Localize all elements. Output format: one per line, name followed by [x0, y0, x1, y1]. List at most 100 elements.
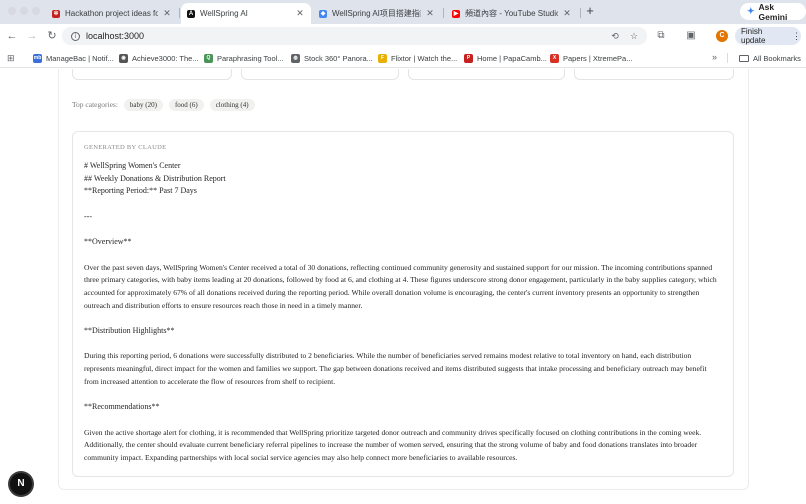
tab-wellspring-ai[interactable]: A WellSpring AI ✕	[181, 3, 311, 24]
close-icon[interactable]: ✕	[295, 8, 305, 19]
bookmark-label: Flixtor | Watch the...	[391, 53, 458, 63]
bookmark-xtremepapers[interactable]: X Papers | XtremePa...	[550, 52, 632, 64]
all-bookmarks-label: All Bookmarks	[753, 53, 801, 63]
page-viewport: Top categories: baby (20) food (6) cloth…	[0, 69, 806, 504]
close-icon[interactable]: ✕	[562, 8, 572, 19]
gemini-spark-icon: ✦	[747, 6, 755, 16]
stat-card	[72, 69, 232, 80]
tab-title: 頻道內容 - YouTube Studio	[465, 9, 558, 18]
bookmark-paraphrasing[interactable]: Q Paraphrasing Tool...	[204, 52, 284, 64]
bookmark-star-icon[interactable]: ☆	[628, 30, 640, 42]
folder-icon	[739, 54, 749, 62]
category-chip-clothing[interactable]: clothing (4)	[209, 98, 255, 111]
window-zoom-control[interactable]	[32, 7, 40, 15]
window-close-control[interactable]	[8, 7, 16, 15]
overview-heading: **Overview**	[84, 237, 132, 247]
bookmark-label: Achieve3000: The...	[132, 53, 199, 63]
report-subtitle: ## Weekly Donations & Distribution Repor…	[84, 173, 226, 183]
reload-icon[interactable]: ↻	[45, 29, 59, 43]
forward-arrow-icon[interactable]: →	[25, 29, 39, 43]
new-tab-button[interactable]: +	[583, 4, 597, 18]
avatar[interactable]: C	[716, 30, 728, 42]
translate-icon[interactable]: ⟲	[609, 30, 621, 42]
url-text[interactable]: localhost:3000	[86, 31, 609, 41]
tab-hackathon[interactable]: ✲ Hackathon project ideas for a... ✕	[46, 3, 178, 24]
tab-divider	[179, 8, 180, 18]
papacambridge-icon: P	[464, 53, 473, 63]
distribution-paragraph: During this reporting period, 6 donation…	[84, 351, 707, 386]
back-arrow-icon[interactable]: ←	[5, 29, 19, 43]
stat-card	[408, 69, 565, 80]
tab-divider	[580, 8, 581, 18]
bookmark-label: ManageBac | Notif...	[46, 53, 114, 63]
all-bookmarks-button[interactable]: All Bookmarks	[739, 52, 801, 64]
nextjs-dev-badge[interactable]: N	[10, 473, 32, 495]
site-info-icon[interactable]: i	[71, 31, 80, 41]
anthropic-icon: A	[187, 9, 195, 18]
window-minimize-control[interactable]	[20, 7, 28, 15]
quillbot-icon: Q	[204, 53, 213, 63]
overview-paragraph: Over the past seven days, WellSpring Wom…	[84, 262, 717, 310]
report-title: # WellSpring Women's Center	[84, 161, 181, 170]
gear-icon: ✲	[52, 9, 60, 18]
extensions-icon[interactable]: ⧉	[654, 29, 668, 43]
apps-grid-icon[interactable]: ⊞	[7, 53, 17, 63]
tab-divider	[443, 8, 444, 18]
recommendations-paragraph: Given the active shortage alert for clot…	[84, 427, 702, 463]
chevron-right-icon[interactable]: »	[712, 52, 717, 62]
stat-card	[574, 69, 734, 80]
close-icon[interactable]: ✕	[425, 8, 435, 19]
side-panel-icon[interactable]: ▣	[684, 29, 698, 43]
tab-title: WellSpring AI	[200, 9, 248, 18]
tab-title: WellSpring AI项目搭建指南请...	[332, 9, 421, 18]
bookmark-label: Papers | XtremePa...	[563, 53, 633, 63]
finish-update-label: Finish update	[741, 27, 766, 45]
distribution-heading: **Distribution Highlights**	[84, 326, 175, 336]
ask-gemini-button[interactable]: ✦ Ask Gemini	[740, 1, 806, 22]
tab-wellspring-guide[interactable]: ◆ WellSpring AI项目搭建指南请... ✕	[313, 3, 441, 24]
finish-update-button[interactable]: Finish update ⋮	[735, 27, 801, 45]
tab-strip: ✲ Hackathon project ideas for a... ✕ A W…	[0, 0, 806, 24]
tab-title: Hackathon project ideas for a...	[65, 9, 158, 18]
bookmark-achieve3000[interactable]: ◉ Achieve3000: The...	[119, 52, 199, 64]
close-icon[interactable]: ✕	[162, 8, 172, 19]
bookmark-stock-panorama[interactable]: ◍ Stock 360° Panora...	[291, 52, 373, 64]
bookmark-flixtor[interactable]: F Flixtor | Watch the...	[378, 52, 457, 64]
top-categories: Top categories: baby (20) food (6) cloth…	[72, 98, 255, 111]
bookmark-managebac[interactable]: mb ManageBac | Notif...	[33, 52, 114, 64]
bookmark-label: Stock 360° Panora...	[304, 53, 373, 63]
generated-by-label: GENERATED BY CLAUDE	[84, 144, 167, 151]
bookmark-label: Home | PapaCamb...	[477, 53, 547, 63]
top-categories-label: Top categories:	[72, 100, 118, 109]
separator: ---	[84, 211, 92, 221]
reporting-period: **Reporting Period:** Past 7 Days	[84, 186, 197, 196]
flixtor-icon: F	[378, 53, 387, 63]
chatbot-icon: ◆	[319, 9, 327, 18]
bookmark-label: Paraphrasing Tool...	[217, 53, 284, 63]
browser-toolbar: ← → ↻ i localhost:3000 ⟲ ☆ ⧉ ▣ C Finish …	[0, 24, 806, 48]
category-chip-food[interactable]: food (6)	[168, 98, 204, 111]
recommendations-heading: **Recommendations**	[84, 402, 160, 412]
bookmarks-divider	[727, 53, 728, 63]
stat-card	[241, 69, 399, 80]
category-chip-baby[interactable]: baby (20)	[123, 98, 163, 111]
globe-icon: ◍	[291, 53, 300, 63]
bookmark-papacambridge[interactable]: P Home | PapaCamb...	[464, 52, 547, 64]
xtremepapers-icon: X	[550, 53, 559, 63]
person-icon: ◉	[119, 53, 128, 63]
address-bar[interactable]: i localhost:3000 ⟲ ☆	[62, 27, 647, 45]
bookmarks-bar: ⊞ mb ManageBac | Notif... ◉ Achieve3000:…	[0, 48, 806, 68]
tab-youtube-studio[interactable]: ▶ 頻道內容 - YouTube Studio ✕	[446, 3, 578, 24]
youtube-icon: ▶	[452, 9, 460, 18]
ai-report-card: GENERATED BY CLAUDE # WellSpring Women's…	[72, 131, 734, 477]
managebac-icon: mb	[33, 53, 42, 63]
ask-gemini-label: Ask Gemini	[758, 1, 788, 22]
more-menu-icon[interactable]: ⋮	[792, 31, 801, 42]
